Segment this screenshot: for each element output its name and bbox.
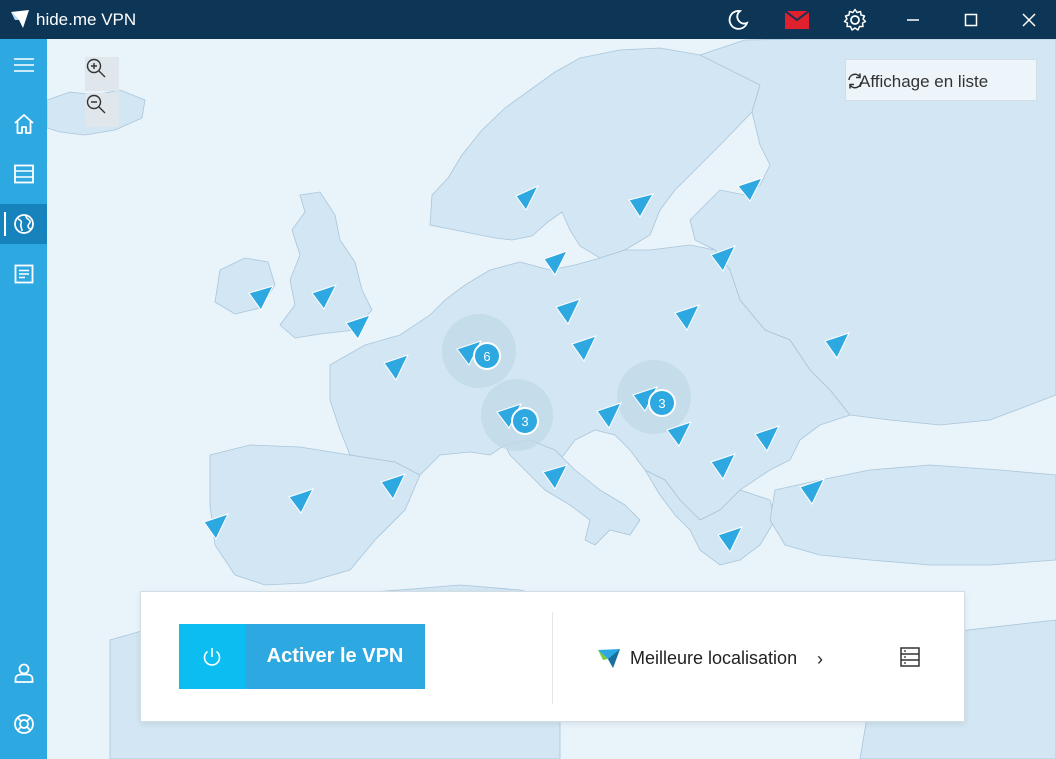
minimize-button[interactable] bbox=[890, 0, 936, 39]
land-turkey bbox=[769, 464, 1056, 566]
globe-icon bbox=[13, 214, 34, 234]
logo-icon bbox=[11, 10, 29, 28]
gear-icon bbox=[843, 8, 867, 31]
close-icon bbox=[1022, 12, 1036, 27]
land-ireland bbox=[214, 257, 276, 315]
sidebar-item-log[interactable] bbox=[0, 254, 47, 294]
chevron-right-icon[interactable]: › bbox=[817, 649, 823, 670]
sidebar-item-servers[interactable] bbox=[0, 154, 47, 194]
sidebar-item-map[interactable] bbox=[0, 204, 47, 244]
sidebar-item-support[interactable] bbox=[0, 704, 47, 744]
zoom-out-button[interactable] bbox=[85, 93, 119, 127]
zoom-in-button[interactable] bbox=[85, 57, 119, 91]
server-icon[interactable] bbox=[899, 646, 921, 668]
user-icon bbox=[14, 663, 33, 683]
cluster-count: 3 bbox=[658, 396, 665, 411]
minimize-icon bbox=[907, 18, 919, 21]
refresh-icon bbox=[848, 73, 862, 89]
list-view-label: Affichage en liste bbox=[859, 72, 989, 91]
cluster-badge[interactable]: 3 bbox=[648, 389, 676, 417]
messages-button[interactable] bbox=[774, 0, 820, 39]
zoom-in-icon bbox=[86, 58, 106, 78]
cluster-badge[interactable]: 6 bbox=[473, 342, 501, 370]
land-britain bbox=[279, 191, 373, 339]
list-view-toggle[interactable]: Affichage en liste bbox=[845, 59, 1037, 101]
sidebar-menu-button[interactable] bbox=[0, 45, 47, 85]
maximize-icon bbox=[964, 13, 978, 26]
connect-panel: Activer le VPN Meilleure localisation › bbox=[140, 591, 965, 722]
moon-icon bbox=[728, 9, 749, 30]
support-icon bbox=[13, 714, 34, 734]
server-list-icon bbox=[13, 164, 34, 184]
close-button[interactable] bbox=[1006, 0, 1052, 39]
maximize-button[interactable] bbox=[948, 0, 994, 39]
home-icon bbox=[13, 114, 34, 134]
power-button[interactable] bbox=[179, 624, 245, 689]
title-bar: hide.me VPN bbox=[0, 0, 1056, 39]
power-icon bbox=[203, 647, 221, 666]
settings-button[interactable] bbox=[832, 0, 878, 39]
dark-mode-button[interactable] bbox=[715, 0, 761, 39]
hide-me-logo-icon bbox=[598, 649, 620, 668]
sidebar-item-account[interactable] bbox=[0, 653, 47, 693]
log-icon bbox=[14, 264, 33, 284]
zoom-out-icon bbox=[86, 94, 106, 114]
menu-icon bbox=[13, 58, 34, 72]
best-location-label[interactable]: Meilleure localisation bbox=[630, 648, 797, 669]
sidebar bbox=[0, 39, 47, 759]
cluster-badge[interactable]: 3 bbox=[511, 407, 539, 435]
land-italy bbox=[504, 439, 641, 546]
cluster-count: 3 bbox=[521, 414, 528, 429]
land-iberia bbox=[209, 444, 421, 586]
app-title: hide.me VPN bbox=[36, 10, 137, 29]
cluster-count: 6 bbox=[483, 349, 490, 364]
panel-divider bbox=[552, 612, 553, 704]
mail-icon bbox=[785, 10, 809, 29]
sidebar-item-home[interactable] bbox=[0, 104, 47, 144]
activate-vpn-button[interactable]: Activer le VPN bbox=[245, 624, 425, 689]
